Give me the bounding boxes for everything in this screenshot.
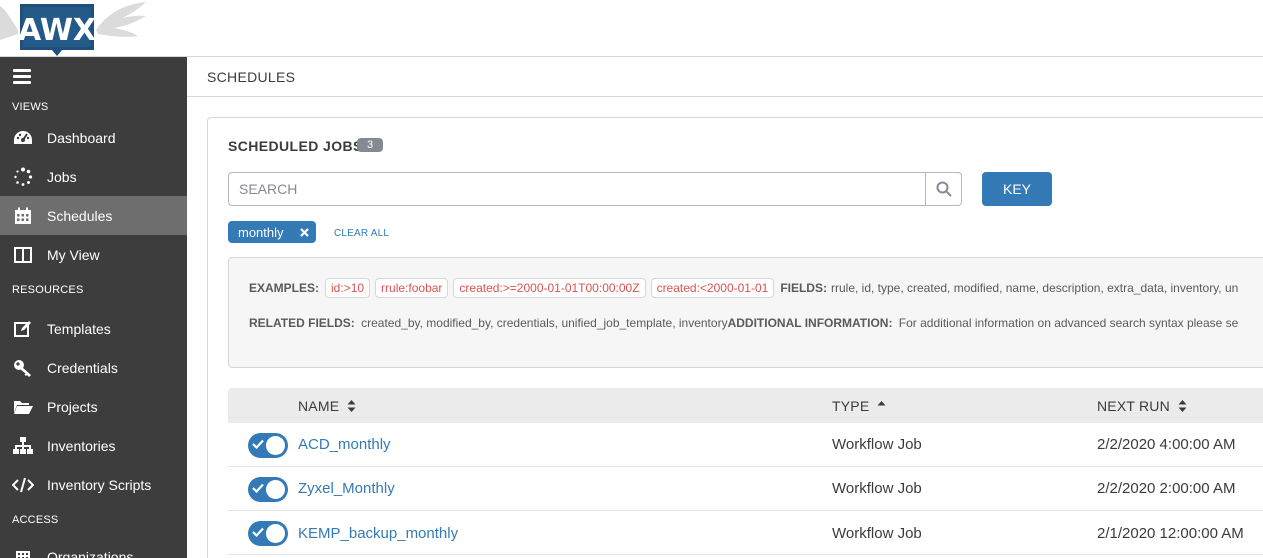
schedule-name-link[interactable]: Zyxel_Monthly bbox=[298, 480, 395, 497]
additional-info-text: For additional information on advanced s… bbox=[898, 316, 1239, 330]
sidebar-item-label: Schedules bbox=[47, 207, 113, 224]
sidebar-item-jobs[interactable]: Jobs bbox=[0, 157, 187, 196]
sidebar-item-my-view[interactable]: My View bbox=[0, 235, 187, 274]
clear-all-link[interactable]: CLEAR ALL bbox=[334, 228, 389, 239]
fields-list: rrule, id, type, created, modified, name… bbox=[830, 281, 1239, 295]
search-examples-panel bbox=[228, 257, 1263, 368]
sort-icon bbox=[347, 400, 356, 412]
examples-row: EXAMPLES: id:>10 rrule:foobar created:>=… bbox=[249, 278, 1238, 298]
schedule-type: Workflow Job bbox=[832, 480, 922, 497]
sidebar-item-label: Credentials bbox=[47, 359, 118, 376]
sidebar-item-label: Inventory Scripts bbox=[47, 476, 152, 493]
search-input[interactable] bbox=[228, 172, 926, 206]
sidebar-item-label: Inventories bbox=[47, 437, 116, 454]
dashboard-icon bbox=[12, 127, 34, 149]
remove-tag-icon[interactable] bbox=[298, 225, 312, 239]
enabled-toggle[interactable] bbox=[248, 521, 288, 546]
sidebar-item-inventories[interactable]: Inventories bbox=[0, 426, 187, 465]
schedule-name-link[interactable]: ACD_monthly bbox=[298, 436, 391, 453]
schedule-name-link[interactable]: KEMP_backup_monthly bbox=[298, 525, 458, 542]
schedule-type: Workflow Job bbox=[832, 436, 922, 453]
enabled-toggle[interactable] bbox=[248, 433, 288, 458]
breadcrumb: SCHEDULES bbox=[187, 57, 1263, 97]
column-header-type[interactable]: TYPE bbox=[832, 398, 886, 414]
filter-tag: monthly bbox=[228, 221, 316, 243]
additional-info-label: ADDITIONAL INFORMATION: bbox=[727, 316, 893, 330]
example-chip[interactable]: created:>=2000-01-01T00:00:00Z bbox=[453, 278, 646, 298]
section-views: VIEWS bbox=[12, 101, 49, 113]
schedule-next-run: 2/2/2020 4:00:00 AM bbox=[1097, 436, 1236, 453]
check-icon bbox=[252, 527, 264, 537]
sidebar-item-credentials[interactable]: Credentials bbox=[0, 348, 187, 387]
top-bar: AWX bbox=[0, 0, 1263, 57]
example-chip[interactable]: rrule:foobar bbox=[375, 278, 449, 298]
column-header-next-run[interactable]: NEXT RUN bbox=[1097, 398, 1187, 414]
schedule-next-run: 2/1/2020 12:00:00 AM bbox=[1097, 525, 1244, 542]
my-view-icon bbox=[12, 244, 34, 266]
sidebar-item-label: Jobs bbox=[47, 168, 77, 185]
sidebar-item-dashboard[interactable]: Dashboard bbox=[0, 118, 187, 157]
examples-label: EXAMPLES: bbox=[249, 281, 320, 295]
enabled-toggle[interactable] bbox=[248, 477, 288, 502]
column-header-name[interactable]: NAME bbox=[298, 398, 356, 414]
sitemap-icon bbox=[12, 435, 34, 457]
key-button[interactable]: KEY bbox=[982, 172, 1052, 206]
code-icon bbox=[12, 474, 34, 496]
section-access: ACCESS bbox=[12, 514, 59, 526]
awx-logo[interactable]: AWX bbox=[0, 0, 150, 57]
sidebar-item-label: Dashboard bbox=[47, 129, 116, 146]
example-chip[interactable]: created:<2000-01-01 bbox=[650, 278, 775, 298]
key-icon bbox=[12, 357, 34, 379]
column-label: NEXT RUN bbox=[1097, 398, 1170, 414]
logo-text: AWX bbox=[18, 13, 96, 48]
page-title: SCHEDULES bbox=[207, 69, 296, 85]
folder-icon bbox=[12, 396, 34, 418]
count-badge: 3 bbox=[357, 138, 383, 152]
jobs-icon bbox=[12, 166, 34, 188]
sort-icon bbox=[1178, 400, 1187, 412]
schedule-type: Workflow Job bbox=[832, 525, 922, 542]
sidebar-item-organizations[interactable]: Organizations bbox=[0, 537, 187, 558]
example-chip[interactable]: id:>10 bbox=[325, 278, 371, 298]
filter-tag-label: monthly bbox=[238, 224, 284, 240]
sort-ascending-icon bbox=[877, 401, 886, 406]
sidebar-item-projects[interactable]: Projects bbox=[0, 387, 187, 426]
check-icon bbox=[252, 439, 264, 449]
sidebar-item-label: Templates bbox=[47, 320, 111, 337]
related-fields-row: RELATED FIELDS: created_by, modified_by,… bbox=[249, 316, 1238, 330]
menu-toggle-icon[interactable] bbox=[13, 69, 31, 84]
column-label: NAME bbox=[298, 398, 340, 414]
sidebar-item-label: My View bbox=[47, 246, 100, 263]
search-button[interactable] bbox=[925, 172, 962, 206]
sidebar: VIEWS Dashboard Jobs Schedules My View R… bbox=[0, 57, 187, 558]
section-resources: RESOURCES bbox=[12, 284, 84, 296]
sidebar-item-label: Organizations bbox=[47, 548, 134, 558]
sidebar-item-schedules[interactable]: Schedules bbox=[0, 196, 187, 235]
column-label: TYPE bbox=[832, 398, 870, 414]
sidebar-item-inventory-scripts[interactable]: Inventory Scripts bbox=[0, 465, 187, 504]
related-fields-list: created_by, modified_by, credentials, un… bbox=[361, 316, 728, 330]
templates-icon bbox=[12, 318, 34, 340]
search-icon bbox=[936, 181, 952, 197]
check-icon bbox=[252, 483, 264, 493]
building-icon bbox=[12, 546, 34, 558]
related-fields-label: RELATED FIELDS: bbox=[249, 316, 355, 330]
schedule-next-run: 2/2/2020 2:00:00 AM bbox=[1097, 480, 1236, 497]
sidebar-item-templates[interactable]: Templates bbox=[0, 309, 187, 348]
fields-label: FIELDS: bbox=[780, 281, 827, 295]
calendar-icon bbox=[12, 205, 34, 227]
sidebar-item-label: Projects bbox=[47, 398, 98, 415]
panel-title: SCHEDULED JOBS bbox=[228, 138, 363, 154]
